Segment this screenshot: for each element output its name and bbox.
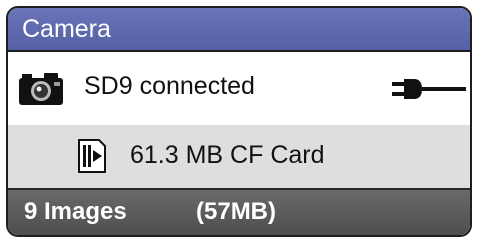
device-status-label: SD9 connected xyxy=(84,72,255,100)
panel-header: Camera xyxy=(8,8,470,52)
memory-card-icon xyxy=(78,139,106,173)
camera-panel: Camera SD9 connected 61.3 MB CF Card 9 I… xyxy=(6,6,472,237)
panel-title: Camera xyxy=(22,15,111,43)
storage-row[interactable]: 61.3 MB CF Card xyxy=(8,125,470,188)
total-size: (57MB) xyxy=(196,198,277,225)
storage-label: 61.3 MB CF Card xyxy=(130,141,325,169)
plug-icon xyxy=(392,79,466,99)
device-row[interactable]: SD9 connected xyxy=(8,52,470,125)
camera-icon xyxy=(19,73,63,105)
panel-footer: 9 Images (57MB) xyxy=(8,188,470,235)
image-count: 9 Images xyxy=(24,198,127,225)
